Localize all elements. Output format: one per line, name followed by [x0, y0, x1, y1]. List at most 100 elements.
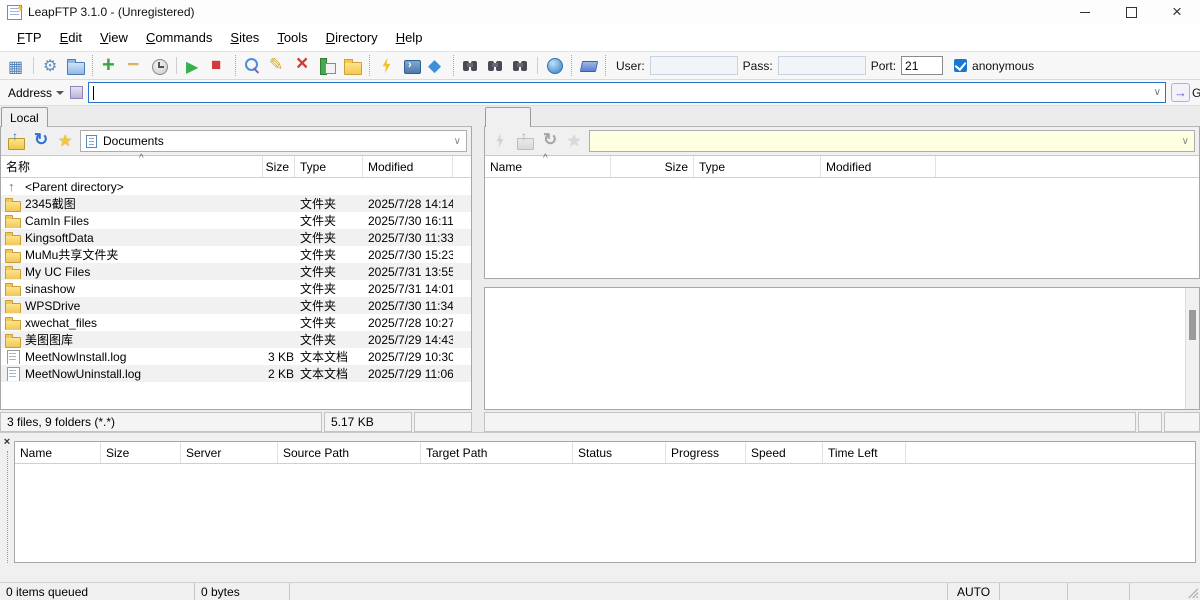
start-transfer-icon[interactable]: [181, 54, 206, 78]
menu-directory[interactable]: Directory: [317, 26, 387, 49]
separator: [235, 55, 236, 76]
site-manager-icon[interactable]: [4, 54, 29, 78]
resize-grip[interactable]: [1185, 583, 1200, 600]
go-button[interactable]: [1171, 83, 1190, 102]
queue-column-progress[interactable]: Progress: [666, 442, 746, 463]
raw-command-icon[interactable]: [374, 54, 399, 78]
menu-ftp[interactable]: FTP: [8, 26, 51, 49]
find-prev-icon[interactable]: [508, 54, 533, 78]
tab-remote-empty[interactable]: [485, 107, 531, 127]
MuMu共享文件夹: MuMu共享文件夹 文件夹 2025/7/30 15:23: [1, 246, 471, 263]
chevron-down-icon[interactable]: ∨: [1154, 87, 1161, 98]
reconnect-icon[interactable]: [147, 54, 172, 78]
queue-column-server[interactable]: Server: [181, 442, 278, 463]
queue-column-filler: [906, 442, 1195, 463]
cell-name: MuMu共享文件夹: [1, 246, 263, 263]
scrollbar-thumb[interactable]: [1189, 310, 1196, 340]
refresh-icon[interactable]: [539, 130, 561, 152]
info-icon[interactable]: [424, 54, 449, 78]
menu-sites[interactable]: Sites: [221, 26, 268, 49]
connect-icon[interactable]: [97, 54, 122, 78]
美图图库: 美图图库 文件夹 2025/7/29 14:43: [1, 331, 471, 348]
cell-name: MeetNowUninstall.log: [1, 367, 263, 381]
queue-column-name[interactable]: Name: [15, 442, 101, 463]
cell-type: 文件夹: [295, 212, 363, 229]
queue-body: [15, 464, 1195, 562]
pane-splitter[interactable]: [472, 106, 484, 432]
menu-tools[interactable]: Tools: [268, 26, 316, 49]
find-icon[interactable]: [458, 54, 483, 78]
menu-edit[interactable]: Edit: [51, 26, 91, 49]
remote-horizontal-splitter[interactable]: [484, 279, 1200, 287]
port-label: Port:: [871, 59, 896, 73]
anonymous-checkbox[interactable]: [954, 59, 967, 72]
quick-connect-icon[interactable]: [489, 130, 511, 152]
maximize-button[interactable]: [1108, 0, 1154, 24]
refresh-icon[interactable]: [30, 130, 52, 152]
column-header-modified[interactable]: Modified: [821, 156, 936, 177]
menu-commands[interactable]: Commands: [137, 26, 221, 49]
find-next-icon[interactable]: [483, 54, 508, 78]
view-file-icon[interactable]: [240, 54, 265, 78]
chevron-down-icon[interactable]: ∨: [1182, 136, 1189, 147]
cell-type: 文件夹: [295, 297, 363, 314]
column-header-size[interactable]: Size: [611, 156, 694, 177]
local-path-combo[interactable]: Documents ∨: [80, 130, 467, 152]
remote-path-combo[interactable]: ∨: [589, 130, 1195, 152]
file-icon: [5, 282, 21, 296]
queue-table: Name Size Server Source Path Target Path…: [14, 441, 1196, 563]
folder-up-icon[interactable]: [5, 130, 27, 152]
settings-icon[interactable]: [38, 54, 63, 78]
local-pane-body: Documents ∨ 名称 Size Type Modified <Paren…: [0, 127, 472, 410]
column-header-type[interactable]: Type: [295, 156, 363, 177]
queue-column-target-path[interactable]: Target Path: [421, 442, 573, 463]
cell-name: 2345截图: [1, 195, 263, 212]
column-header-size[interactable]: Size: [263, 156, 295, 177]
menu-help[interactable]: Help: [387, 26, 432, 49]
chevron-down-icon[interactable]: ∨: [454, 136, 461, 147]
column-header-type[interactable]: Type: [694, 156, 821, 177]
address-dropdown-icon[interactable]: [56, 91, 64, 95]
file-icon: [5, 214, 21, 228]
favorites-icon[interactable]: [564, 130, 586, 152]
local-list-header: 名称 Size Type Modified: [1, 156, 471, 178]
port-field[interactable]: [901, 56, 943, 75]
pass-field[interactable]: [778, 56, 866, 75]
disconnect-icon[interactable]: [122, 54, 147, 78]
close-queue-icon[interactable]: [2, 437, 13, 448]
close-button[interactable]: [1154, 0, 1200, 24]
queue-column-status[interactable]: Status: [573, 442, 666, 463]
cell-type: 文件夹: [295, 195, 363, 212]
cell-size: 2 KB: [263, 367, 295, 381]
column-header-name[interactable]: Name: [485, 156, 611, 177]
queue-column-time-left[interactable]: Time Left: [823, 442, 906, 463]
tab-local[interactable]: Local: [1, 107, 48, 127]
separator: [92, 55, 93, 76]
user-field[interactable]: [650, 56, 738, 75]
column-header-modified[interactable]: Modified: [363, 156, 453, 177]
folder-options-icon[interactable]: [63, 54, 88, 78]
queue-column-size[interactable]: Size: [101, 442, 181, 463]
favorites-icon[interactable]: [55, 130, 77, 152]
delete-icon[interactable]: [290, 54, 315, 78]
bookmark-icon[interactable]: [576, 54, 601, 78]
cell-name: <Parent directory>: [1, 180, 263, 194]
address-input[interactable]: ∨: [88, 82, 1166, 103]
vertical-scrollbar[interactable]: [1185, 288, 1199, 409]
console-icon[interactable]: [399, 54, 424, 78]
web-browser-icon[interactable]: [542, 54, 567, 78]
queue-column-source-path[interactable]: Source Path: [278, 442, 421, 463]
folder-up-icon[interactable]: [514, 130, 536, 152]
chmod-icon[interactable]: [315, 54, 340, 78]
menu-view[interactable]: View: [91, 26, 137, 49]
queue-column-speed[interactable]: Speed: [746, 442, 823, 463]
minimize-button[interactable]: [1062, 0, 1108, 24]
cell-type: 文本文档: [295, 365, 363, 382]
column-header-name[interactable]: 名称: [1, 156, 263, 177]
make-directory-icon[interactable]: [340, 54, 365, 78]
<Parent directory>[interactable]: <Parent directory>: [1, 178, 471, 195]
file-icon: [5, 367, 21, 381]
rename-icon[interactable]: [265, 54, 290, 78]
drag-handle[interactable]: [7, 451, 8, 563]
stop-transfer-icon[interactable]: [206, 54, 231, 78]
